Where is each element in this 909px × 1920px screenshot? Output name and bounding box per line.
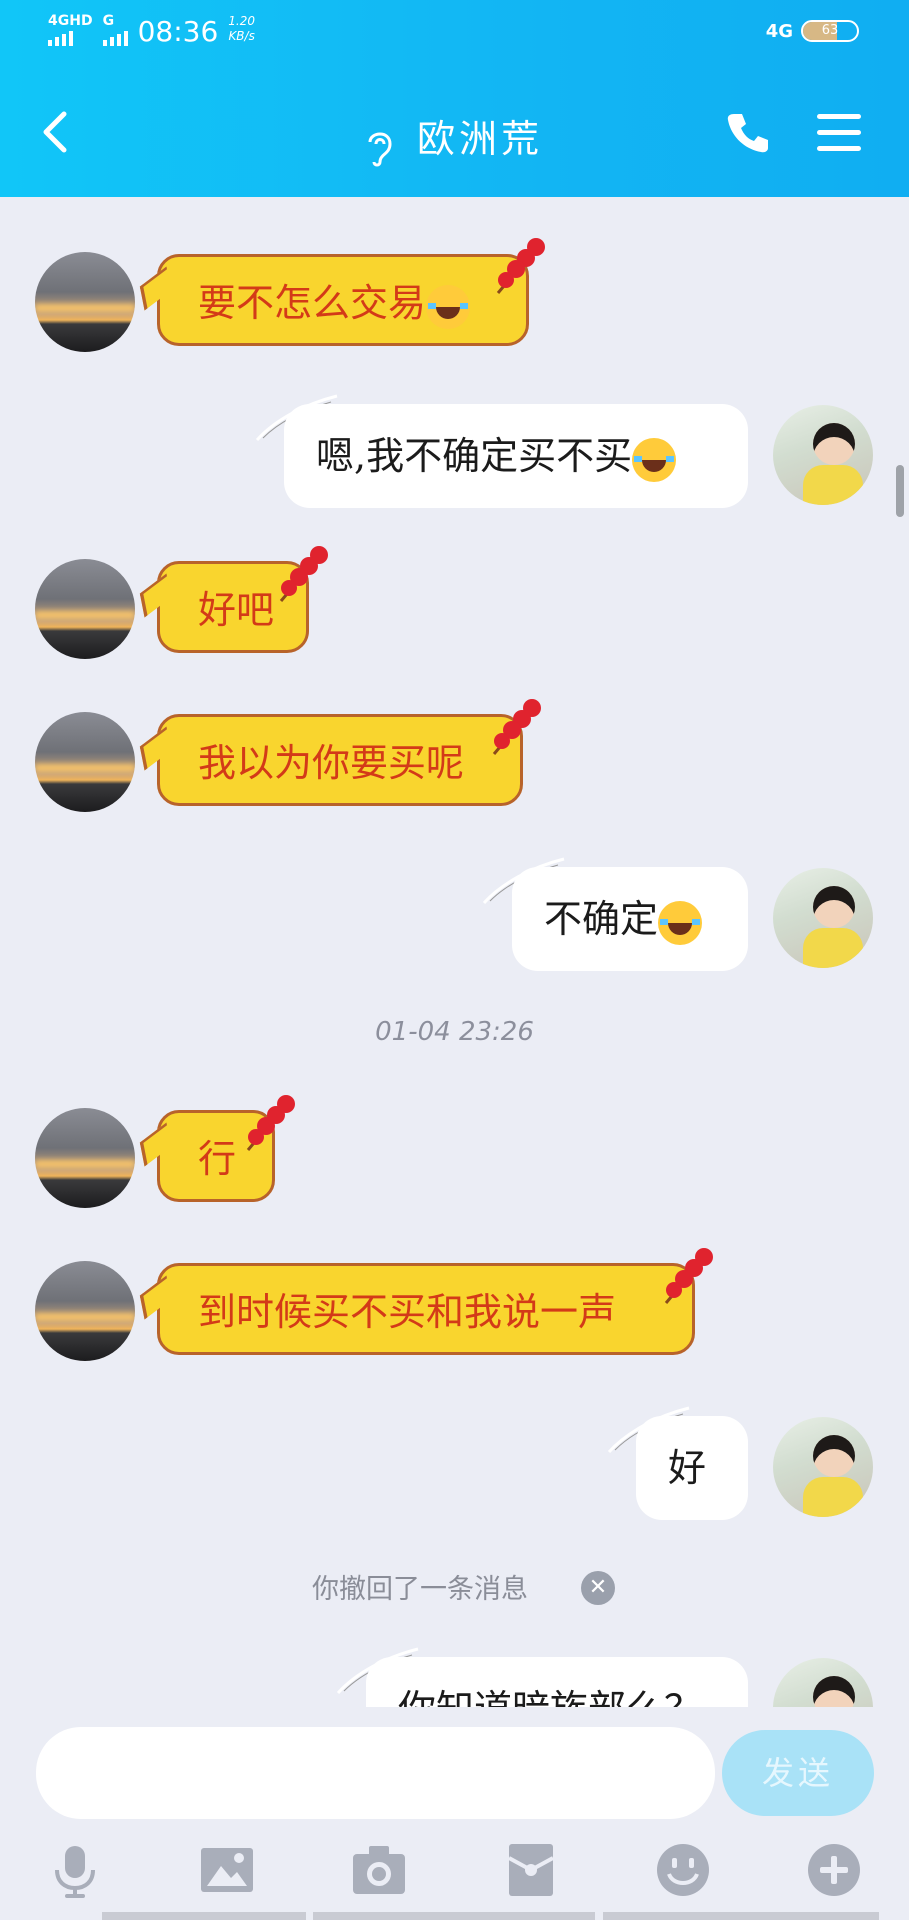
message-text: 不确定 <box>544 897 659 941</box>
network-label: 4GHD <box>48 13 93 29</box>
message-text: 要不怎么交易 <box>198 281 427 325</box>
signal-2: G <box>102 13 128 46</box>
scrollbar[interactable] <box>896 465 904 517</box>
menu-icon[interactable] <box>817 114 861 162</box>
ear-icon[interactable] <box>366 128 394 168</box>
camera-icon[interactable] <box>351 1842 407 1898</box>
network-label-2: G <box>102 13 115 29</box>
message-text: 嗯,我不确定买不买 <box>316 434 633 478</box>
contact-avatar[interactable] <box>35 712 135 812</box>
my-avatar[interactable] <box>773 868 873 968</box>
chat-area[interactable]: 要不怎么交易 嗯,我不确定买不买 好吧 我以为你要买呢 不确定 01-04 23… <box>0 197 909 1707</box>
top-bar: 4GHD G 08:36 1.20 KB/s 4G 63 欧洲荒 <box>0 0 909 197</box>
net-speed-value: 1.20 <box>228 14 255 28</box>
candied-haws-icon <box>279 546 328 602</box>
emoji-icon[interactable] <box>655 1842 711 1898</box>
my-avatar[interactable] <box>773 1417 873 1517</box>
status-bar-right: 4G 63 <box>766 20 859 42</box>
recall-notice: 你撤回了一条消息 <box>312 1574 528 1605</box>
status-bar-left: 4GHD G 08:36 1.20 KB/s <box>48 14 255 50</box>
contact-avatar[interactable] <box>35 559 135 659</box>
chat-title: 欧洲荒 <box>417 117 544 161</box>
close-icon[interactable]: ✕ <box>581 1571 615 1605</box>
message-text: 到时候买不买和我说一声 <box>198 1290 617 1334</box>
contact-avatar[interactable] <box>35 1108 135 1208</box>
message-bubble-right[interactable]: 好 <box>636 1416 748 1520</box>
message-text: 好 <box>668 1446 707 1490</box>
network-4g-label: 4G <box>765 20 793 42</box>
divider <box>102 1912 306 1920</box>
message-bubble-right[interactable]: 不确定 <box>512 867 748 971</box>
message-text: 我以为你要买呢 <box>198 741 465 785</box>
net-speed: 1.20 KB/s <box>228 14 255 44</box>
laughing-emoji-icon <box>658 900 703 945</box>
plus-icon[interactable] <box>806 1842 862 1898</box>
signal-1: 4GHD <box>48 14 93 46</box>
my-avatar[interactable] <box>773 1658 873 1707</box>
my-avatar[interactable] <box>773 405 873 505</box>
message-bubble-right[interactable]: 你知道暗族部么？ <box>366 1657 748 1707</box>
contact-avatar[interactable] <box>35 252 135 352</box>
laughing-emoji-icon <box>426 284 471 329</box>
clock: 08:36 <box>137 15 219 48</box>
battery-level: 63 <box>821 23 839 38</box>
candied-haws-icon <box>664 1248 713 1304</box>
message-bubble-left[interactable]: 到时候买不买和我说一声 <box>157 1263 695 1355</box>
image-icon[interactable] <box>199 1842 255 1898</box>
message-timestamp: 01-04 23:26 <box>375 1017 534 1047</box>
net-speed-unit: KB/s <box>228 29 255 43</box>
message-bubble-left[interactable]: 要不怎么交易 <box>157 254 529 346</box>
candied-haws-icon <box>246 1095 295 1151</box>
divider <box>313 1912 595 1920</box>
message-text: 你知道暗族部么？ <box>398 1687 702 1707</box>
contact-avatar[interactable] <box>35 1261 135 1361</box>
header-title-area: 欧洲荒 <box>0 108 909 168</box>
signal-bars-icon <box>48 30 93 46</box>
message-text: 行 <box>198 1137 237 1181</box>
red-packet-icon[interactable] <box>503 1842 559 1898</box>
laughing-emoji-icon <box>632 437 677 482</box>
message-input[interactable] <box>36 1727 715 1819</box>
battery-icon: 63 <box>801 20 859 42</box>
message-text: 好吧 <box>198 588 275 632</box>
candied-haws-icon <box>496 238 545 294</box>
microphone-icon[interactable] <box>47 1842 103 1898</box>
signal-bars-icon-2 <box>102 30 128 46</box>
phone-icon[interactable] <box>726 110 770 154</box>
divider <box>603 1912 879 1920</box>
message-bubble-left[interactable]: 我以为你要买呢 <box>157 714 523 806</box>
input-bar: 发送 <box>0 1707 909 1920</box>
message-bubble-right[interactable]: 嗯,我不确定买不买 <box>284 404 748 508</box>
send-button[interactable]: 发送 <box>722 1730 874 1816</box>
candied-haws-icon <box>492 699 541 755</box>
